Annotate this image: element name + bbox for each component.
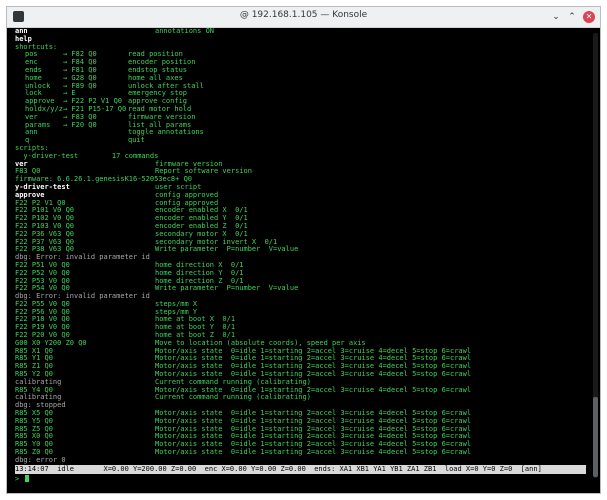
scrollbar-thumb[interactable] (593, 397, 598, 477)
line-annotation: Write parameter P=number V=value (155, 245, 299, 254)
terminal-line: help (15, 35, 585, 44)
line-annotation: Write parameter P=number V=value (155, 284, 299, 293)
terminal-line: y-driver-test 17 commands (15, 151, 585, 161)
minimize-icon[interactable]: ⌄ (550, 11, 562, 23)
terminal-line: q quit (15, 136, 585, 145)
line-annotation: annotations ON (155, 28, 215, 35)
terminal-line: F22 P53 V0 Q0 home direction Z 0/1 (15, 277, 585, 286)
terminal-line: ann toggle annotations (15, 129, 585, 137)
line-annotation: Current command running (calibrating) (155, 393, 311, 402)
line-command: y-driver-test 17 commands (15, 151, 159, 160)
terminal-line: approve config approved (15, 191, 585, 200)
terminal-line: F22 P102 V0 Q0 encoder enabled Y 0/1 (15, 214, 585, 223)
terminal-line: R85 Z0 Q0 Motor/axis state 0=idle 1=start… (15, 448, 585, 457)
status-bar: 13:14:07 idle X=0.00 Y=200.00 Z=0.00 enc… (15, 465, 586, 474)
terminal-line: home → G28 Q0 home all axes (15, 74, 585, 83)
terminal-line: dbg: Error: invalid parameter id (15, 292, 585, 301)
terminal-line: F22 P55 V0 Q0 steps/mm X (15, 300, 585, 309)
terminal-line: F22 P103 V0 Q0 encoder enabled Z 0/1 (15, 222, 585, 231)
maximize-icon[interactable]: ⌃ (566, 11, 578, 23)
terminal-line: calibrating Current command running (cali… (15, 394, 585, 402)
terminal-line: F22 P2 V1 Q0 config approved (15, 199, 585, 208)
terminal-line: unlock → F89 Q0 unlock after stall (15, 82, 585, 91)
window-title: @ 192.168.1.105 — Konsole (239, 10, 368, 20)
terminal-line: F22 P36 V63 Q0 secondary motor X 0/1 (15, 230, 585, 239)
line-command: dbg: error 0 (15, 455, 66, 464)
terminal-line: holdx/y/z → F21 P15-17 Q0 read motor hold (15, 105, 585, 114)
terminal-line: ann annotations ON (15, 28, 585, 36)
terminal-line: y-driver-test user script (15, 183, 585, 192)
terminal-line: ver firmware version (15, 160, 585, 169)
shortcut-command: → F20 Q0 (63, 120, 97, 129)
shortcut-description: quit (128, 136, 145, 145)
terminal-line: F22 P19 V0 Q0 home at boot Y 0/1 (15, 323, 585, 332)
terminal-output[interactable]: ann annotations ON help shortcuts: pos → F82 … (15, 28, 585, 482)
terminal-line: shortcuts: (15, 43, 585, 52)
terminal-line: F22 P51 V0 Q0 home direction X 0/1 (15, 261, 585, 270)
terminal-line: params → F20 Q0 list all params (15, 120, 585, 130)
command-prompt[interactable]: > (15, 475, 30, 484)
terminal-line: F22 P52 V0 Q0 home direction Y 0/1 (15, 269, 585, 278)
terminal-line: dbg: error 0 (15, 455, 585, 465)
terminal-line: F22 P56 V0 Q0 steps/mm Y (15, 308, 585, 317)
terminal-line: firmware: 6.6.26.1.genesisK16-52053ec8+ … (15, 175, 585, 184)
terminal-line: ends → F81 Q0 endstop status (15, 66, 585, 75)
terminal-line: F22 P37 V63 Q0 secondary motor invert X 0… (15, 238, 585, 247)
close-icon[interactable]: ✕ (583, 11, 595, 23)
terminal-line: F22 P101 V0 Q0 encoder enabled X 0/1 (15, 207, 585, 215)
terminal-line: dbg: Error: invalid parameter id (15, 253, 585, 262)
terminal-line: F22 P18 V0 Q0 home at boot X 0/1 (15, 316, 585, 324)
line-annotation: Motor/axis state 0=idle 1=starting 2=acc… (155, 448, 472, 457)
terminal-line: ver → F83 Q0 firmware version (15, 113, 585, 122)
title-bar[interactable]: @ 192.168.1.105 — Konsole ⌄ ⌃ ✕ (7, 7, 600, 28)
konsole-window: @ 192.168.1.105 — Konsole ⌄ ⌃ ✕ ann annot… (6, 6, 601, 494)
text-cursor (25, 475, 30, 482)
prompt-text: > (15, 475, 24, 483)
terminal-line: pos → F82 Q0 read position (15, 51, 585, 59)
terminal-line: enc → F84 Q0 encoder position (15, 58, 585, 67)
